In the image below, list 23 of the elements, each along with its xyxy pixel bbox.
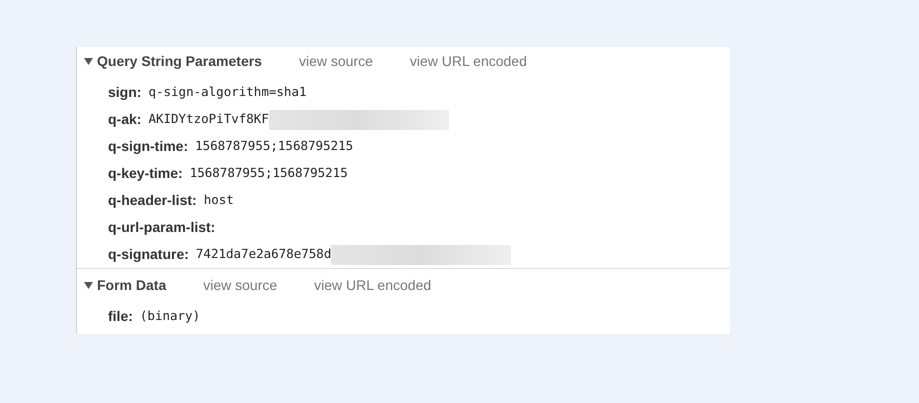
section-title[interactable]: Query String Parameters [97,50,262,72]
param-key: q-url-param-list: [108,217,216,238]
param-key: q-ak: [108,109,142,130]
param-key: file: [108,306,133,327]
param-key: q-header-list: [108,190,197,211]
param-key: q-key-time: [108,163,183,184]
param-value: 7421da7e2a678e758d [196,245,332,264]
param-key: sign: [108,82,142,103]
param-key: q-signature: [108,244,189,265]
param-value: 1568787955;1568795215 [195,137,354,156]
collapse-triangle-icon[interactable] [84,280,93,290]
view-link[interactable]: view source [203,274,278,296]
view-link[interactable]: view URL encoded [314,274,432,296]
param-value: (binary) [140,307,200,326]
collapse-triangle-icon[interactable] [84,56,93,66]
view-link[interactable]: view URL encoded [410,50,527,72]
param-value: 1568787955;1568795215 [190,164,348,182]
section-title[interactable]: Form Data [97,274,166,296]
param-key: q-sign-time: [108,136,188,157]
param-value: q-sign-algorithm=sha1 [148,83,306,102]
view-link[interactable]: view source [298,50,373,72]
param-value: AKIDYtzoPiTvf8KF [148,110,269,128]
param-value: host [204,191,234,210]
